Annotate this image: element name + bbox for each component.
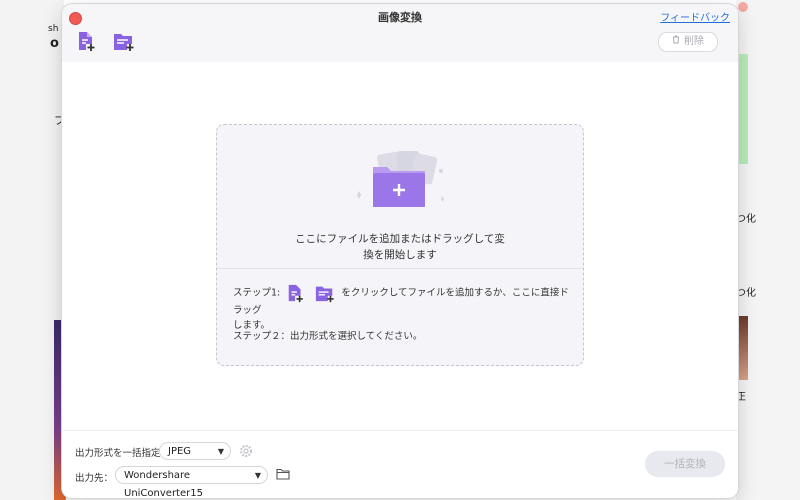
feedback-link[interactable]: フィードバック [660,9,730,24]
folder-icon[interactable] [276,468,290,480]
gear-icon[interactable] [239,444,253,458]
drop-zone-text-line2: 換を開始します [363,249,437,261]
dialog-title: 画像変換 [378,11,422,24]
add-file-icon[interactable] [76,30,98,52]
chevron-down-icon: ▼ [217,447,224,456]
image-converter-dialog: 画像変換 フィードバック 削除 ここにファイルを追加またはドラッグして変 換を開… [62,4,738,498]
bg-text-fragment: sh [48,24,59,34]
background-app-left: sh o フ [0,0,66,500]
add-folder-icon[interactable] [113,30,135,52]
add-folder-icon [316,286,334,303]
output-location-label: 出力先： [75,473,114,484]
drop-zone-instructions: ここにファイルを追加またはドラッグして変 換を開始します [287,231,513,263]
drop-zone-divider [217,268,583,269]
step1-instructions: ステップ1: をクリックしてファイルを追加するか、ここに直接ドラッグ します。 [233,283,573,333]
output-format-label: 出力形式を一括指定 [75,448,161,459]
drop-zone[interactable]: ここにファイルを追加またはドラッグして変 換を開始します ステップ1: をクリッ… [216,124,584,366]
bg-text-fragment: o [50,36,59,51]
delete-label: 削除 [684,36,704,47]
output-format-value: JPEG [168,446,192,457]
background-app-right: つ化 つ化 正 [736,0,800,500]
output-location-value: Wondershare UniConverter15 [124,470,203,498]
delete-button[interactable]: 削除 [658,32,718,52]
output-location-select[interactable]: Wondershare UniConverter15 ▼ [115,466,268,498]
convert-all-button[interactable]: 一括変換 [645,451,725,477]
add-file-icon [289,284,304,303]
step2-instructions: ステップ２：出力形式を選択してください。 [233,331,423,342]
bg-text-fragment: つ化 [736,214,756,225]
chevron-down-icon: ▼ [254,471,261,480]
trash-icon [672,33,680,51]
bg-dot [738,2,748,12]
step1-suffix: をクリックしてファイルを追加するか、ここに直接ドラッグ [233,287,569,317]
step1-prefix: ステップ1: [233,287,281,299]
footer-divider [62,430,738,431]
folder-illustration-icon [357,151,444,207]
output-format-select[interactable]: JPEG ▼ [159,442,231,460]
bg-text-fragment: つ化 [736,288,756,299]
drop-zone-text-line1: ここにファイルを追加またはドラッグして変 [295,233,505,245]
